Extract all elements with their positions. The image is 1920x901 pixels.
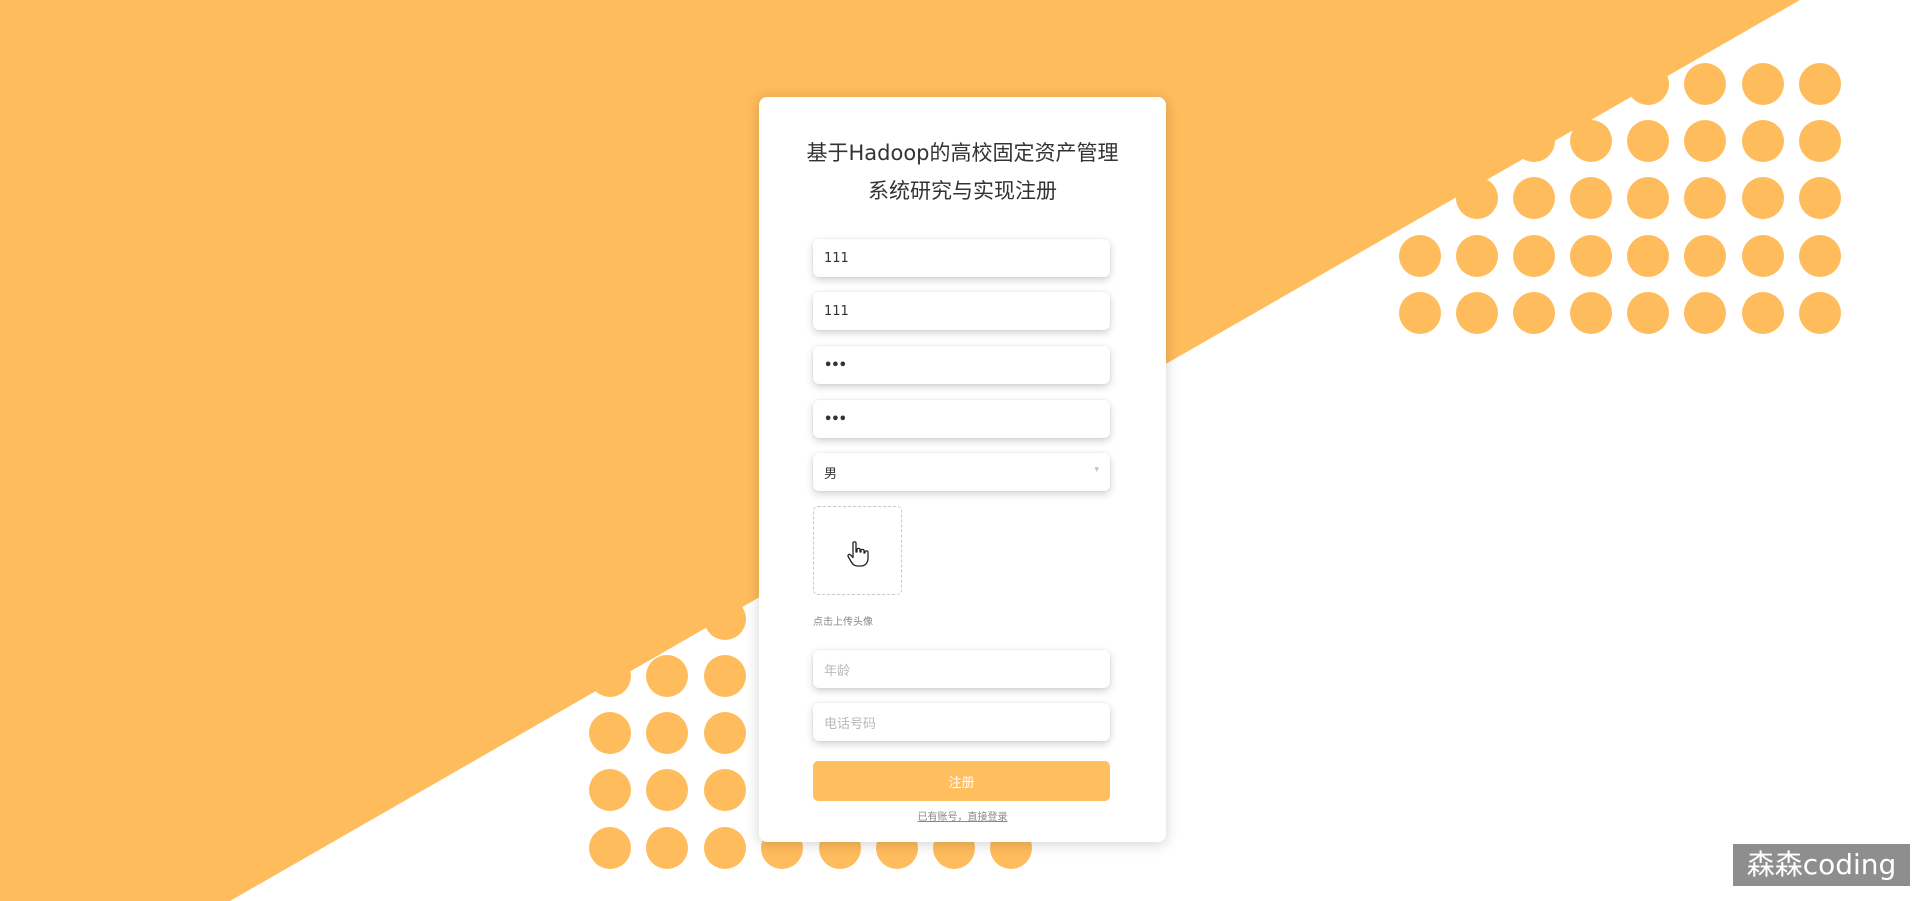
decor-dot [1627,63,1669,105]
age-placeholder: 年龄 [824,663,851,679]
decor-dot [1799,63,1841,105]
decor-dot [589,827,631,869]
decor-dot [1799,292,1841,334]
decor-dot [1742,120,1784,162]
watermark: 森森coding [1733,844,1910,886]
decor-dot [1799,177,1841,219]
account-value: 111 [824,250,849,266]
decor-dot [1627,235,1669,277]
decor-dot [1627,120,1669,162]
decor-dot [1456,292,1498,334]
password-value: ••• [824,357,847,373]
decor-dot [1570,177,1612,219]
decor-dot [1684,177,1726,219]
decor-dot [1684,292,1726,334]
decor-dot [589,598,631,640]
decor-dot [704,827,746,869]
decor-dot [704,712,746,754]
decor-dot [1684,63,1726,105]
page-title: 基于Hadoop的高校固定资产管理 系统研究与实现注册 [759,134,1166,210]
decor-dot [589,712,631,754]
decor-dot [704,598,746,640]
decor-dot [1456,177,1498,219]
title-line-2: 系统研究与实现注册 [868,179,1057,203]
register-card: 基于Hadoop的高校固定资产管理 系统研究与实现注册 111 111 ••• … [759,97,1166,842]
decor-dot [646,827,688,869]
decor-dot [589,655,631,697]
confirm-password-input[interactable]: ••• [813,400,1110,438]
name-input[interactable]: 111 [813,292,1110,330]
avatar-upload-hint: 点击上传头像 [813,617,873,628]
account-input[interactable]: 111 [813,239,1110,277]
decor-dot [1742,63,1784,105]
decor-dot [1570,235,1612,277]
register-button[interactable]: 注册 [813,761,1110,801]
gender-value: 男 [824,466,838,482]
decor-dot [704,655,746,697]
decor-dot [1456,235,1498,277]
decor-dot [1684,235,1726,277]
decor-dot [1513,120,1555,162]
age-input[interactable]: 年龄 [813,650,1110,688]
decor-dot [1399,292,1441,334]
decor-dot [704,769,746,811]
decor-dot [1513,292,1555,334]
confirm-password-value: ••• [824,411,847,427]
decor-dot [1742,235,1784,277]
decor-dot [1399,235,1441,277]
decor-dot [646,769,688,811]
decor-dot [1570,292,1612,334]
title-line-1: 基于Hadoop的高校固定资产管理 [806,141,1119,165]
decor-dot [646,655,688,697]
decor-dot [1513,177,1555,219]
hand-cursor-icon [847,541,869,571]
decor-dot [1799,235,1841,277]
phone-input[interactable]: 电话号码 [813,703,1110,741]
decor-dot [589,769,631,811]
name-value: 111 [824,303,849,319]
decor-dot [1627,177,1669,219]
decor-dot [1570,120,1612,162]
decor-dot [1513,235,1555,277]
decor-dot [1742,177,1784,219]
phone-placeholder: 电话号码 [824,716,877,732]
decor-dot [646,598,688,640]
gender-select[interactable]: 男 ▾ [813,453,1110,491]
chevron-down-icon: ▾ [1094,465,1099,475]
decor-dot [1684,120,1726,162]
password-input[interactable]: ••• [813,346,1110,384]
decor-dot [1627,292,1669,334]
decor-dot [1742,292,1784,334]
login-link[interactable]: 已有账号，直接登录 [759,808,1166,823]
decor-dot [646,712,688,754]
avatar-upload[interactable] [813,506,902,595]
decor-dot [1799,120,1841,162]
